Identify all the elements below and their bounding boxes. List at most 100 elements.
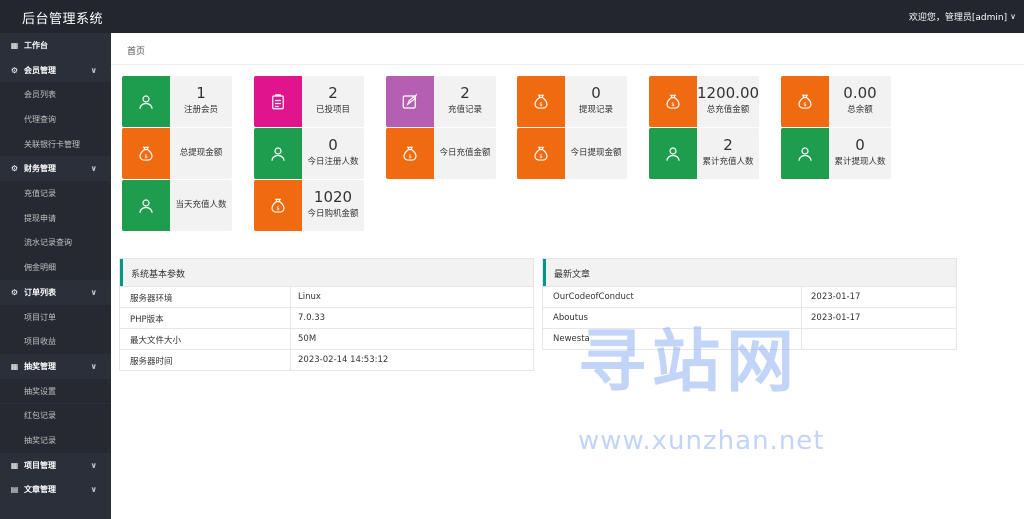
- table-row[interactable]: OurCodeofConduct 2023-01-17: [543, 286, 956, 307]
- stat-card: $1020 今日购机金额: [254, 180, 364, 231]
- money-bag-icon: $: [386, 128, 434, 179]
- sidebar-item-2[interactable]: 会员列表: [0, 82, 111, 108]
- svg-text:$: $: [803, 101, 806, 107]
- stat-value: 0: [591, 84, 601, 102]
- column-divider: [290, 308, 291, 328]
- chevron-down-icon: ∨: [1010, 12, 1016, 21]
- sidebar-item-label: 佣金明细: [24, 263, 56, 273]
- stat-card: 2 已投项目: [254, 76, 364, 127]
- sidebar-item-11[interactable]: 项目订单: [0, 304, 111, 330]
- svg-text:$: $: [276, 205, 279, 211]
- table-row: 最大文件大小 50M: [120, 328, 533, 349]
- param-name: PHP版本: [130, 315, 164, 325]
- stat-label: 充值记录: [447, 105, 482, 115]
- sidebar-item-label: 财务管理: [24, 164, 56, 174]
- article-title[interactable]: OurCodeofConduct: [553, 292, 634, 302]
- sidebar-group-18[interactable]: ▤ 文章管理 ∨: [0, 478, 111, 503]
- sidebar-item-label: 会员管理: [24, 65, 56, 75]
- panel-header: 最新文章: [543, 259, 956, 286]
- sidebar-item-3[interactable]: 代理查询: [0, 107, 111, 132]
- article-date: 2023-01-17: [811, 292, 861, 302]
- stat-card: $1200.00 总充值金额: [649, 76, 759, 127]
- watermark-title: 寻站网: [578, 323, 801, 402]
- stat-value: 1200.00: [697, 84, 759, 102]
- chevron-down-icon: ∨: [90, 287, 98, 297]
- chevron-down-icon: ∨: [90, 361, 98, 371]
- sidebar-group-17[interactable]: ▦ 项目管理 ∨: [0, 453, 111, 478]
- sidebar-item-7[interactable]: 提现申请: [0, 205, 111, 231]
- table-row: 服务器环境 Linux: [120, 286, 533, 307]
- svg-text:$: $: [144, 153, 147, 159]
- sidebar-item-12[interactable]: 项目收益: [0, 329, 111, 355]
- column-divider: [801, 287, 802, 307]
- sidebar-item-label: 项目订单: [24, 312, 56, 322]
- chevron-down-icon: ∨: [90, 65, 98, 75]
- sidebar-item-label: 文章管理: [24, 485, 56, 495]
- sidebar-item-label: 抽奖管理: [24, 361, 56, 371]
- clipboard-icon: [254, 76, 302, 127]
- param-value: 50M: [298, 334, 317, 344]
- top-header: 后台管理系统 欢迎您，管理员[admin] ∨: [0, 0, 1024, 33]
- money-bag-icon: $: [649, 76, 697, 127]
- sidebar-group-5[interactable]: ⚙ 财务管理 ∨: [0, 157, 111, 182]
- sidebar-item-label: 项目管理: [24, 460, 56, 470]
- watermark-url: www.xunzhan.net: [578, 426, 825, 456]
- chevron-down-icon: ∨: [90, 460, 98, 470]
- sidebar-group-13[interactable]: ▦ 抽奖管理 ∨: [0, 354, 111, 379]
- param-name: 最大文件大小: [130, 336, 182, 346]
- table-row: 服务器时间 2023-02-14 14:53:12: [120, 349, 533, 370]
- sidebar-item-4[interactable]: 关联银行卡管理: [0, 131, 111, 157]
- breadcrumb-home[interactable]: 首页: [127, 44, 145, 57]
- sidebar-item-label: 会员列表: [24, 90, 56, 100]
- money-bag-icon: $: [517, 128, 565, 179]
- user-menu[interactable]: 欢迎您，管理员[admin] ∨: [909, 10, 1016, 23]
- param-value: Linux: [298, 292, 321, 302]
- column-divider: [290, 350, 291, 370]
- user-icon: [122, 76, 170, 127]
- stat-value: 2: [460, 84, 470, 102]
- user-icon: [649, 128, 697, 179]
- money-bag-icon: $: [781, 76, 829, 127]
- sidebar-item-6[interactable]: 充值记录: [0, 181, 111, 206]
- chevron-down-icon: ∨: [90, 485, 98, 495]
- stat-label: 总提现金额: [179, 148, 223, 158]
- sidebar-item-9[interactable]: 佣金明细: [0, 255, 111, 280]
- sidebar-item-label: 抽奖记录: [24, 436, 56, 446]
- breadcrumb: 首页: [111, 33, 1024, 65]
- sidebar-item-label: 充值记录: [24, 189, 56, 199]
- sidebar-item-16[interactable]: 抽奖记录: [0, 428, 111, 453]
- money-bag-icon: $: [517, 76, 565, 127]
- stat-label: 今日提现金额: [570, 148, 622, 158]
- sidebar-item-label: 抽奖设置: [24, 386, 56, 396]
- sidebar-item-label: 红包记录: [24, 411, 56, 421]
- user-icon: [254, 128, 302, 179]
- sidebar-item-label: 订单列表: [24, 287, 56, 297]
- stat-label: 当天充值人数: [175, 200, 227, 210]
- stat-card: 2 充值记录: [386, 76, 496, 127]
- svg-text:$: $: [539, 153, 542, 159]
- sidebar-group-1[interactable]: ⚙ 会员管理 ∨: [0, 58, 111, 83]
- stat-label: 今日注册人数: [307, 157, 359, 167]
- stat-value: 2: [328, 84, 338, 102]
- stat-card: 2 累计充值人数: [649, 128, 759, 179]
- param-value: 7.0.33: [298, 313, 326, 323]
- sidebar-item-15[interactable]: 红包记录: [0, 403, 111, 429]
- sidebar-group-0[interactable]: ▦ 工作台: [0, 33, 111, 58]
- chevron-down-icon: ∨: [90, 164, 98, 174]
- stat-card: 1 注册会员: [122, 76, 232, 127]
- document-icon: ▤: [10, 485, 19, 495]
- panel-title: 最新文章: [554, 270, 591, 280]
- money-bag-icon: $: [254, 180, 302, 231]
- sidebar: ▦ 工作台 ⚙ 会员管理 ∨ 会员列表代理查询 关联银行卡管理 ⚙ 财务管理 ∨ 充值记录提现申请流…: [0, 33, 111, 519]
- panel-header: 系统基本参数: [120, 259, 533, 286]
- sidebar-item-8[interactable]: 流水记录查询: [0, 230, 111, 256]
- sidebar-group-10[interactable]: ⚙ 订单列表 ∨: [0, 280, 111, 305]
- watermark: 寻站网 www.xunzhan.net: [578, 318, 848, 468]
- stat-label: 已投项目: [315, 105, 350, 115]
- sidebar-item-14[interactable]: 抽奖设置: [0, 378, 111, 404]
- dashboard-icon: ▦: [10, 40, 19, 50]
- settings-icon: ⚙: [10, 65, 19, 75]
- sidebar-item-label: 项目收益: [24, 337, 56, 347]
- sidebar-item-label: 流水记录查询: [24, 238, 72, 248]
- grid-icon: ▦: [10, 460, 19, 470]
